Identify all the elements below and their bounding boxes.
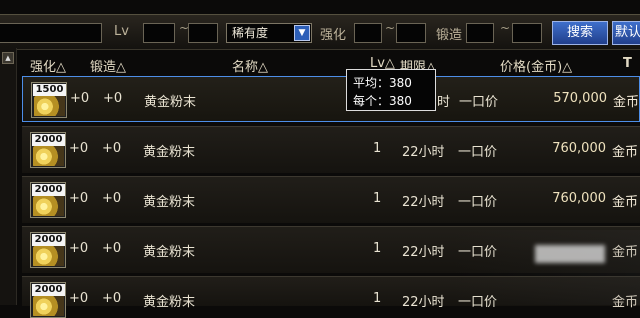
rarity-select[interactable]: 稀有度 ▼ xyxy=(226,23,312,43)
term-value: 22小时 xyxy=(402,195,445,210)
term-value: 22小时 xyxy=(402,245,445,260)
level-value: 1 xyxy=(373,241,382,256)
enhance-max-input[interactable] xyxy=(396,23,426,43)
stack-count: 2000 xyxy=(32,134,65,146)
enhance-value: +0 xyxy=(69,291,89,306)
forge-value: +0 xyxy=(102,291,122,306)
item-name-input[interactable] xyxy=(0,23,102,43)
gold-powder-icon: 2000 xyxy=(30,232,66,268)
currency-unit: 金币 xyxy=(613,95,640,110)
sale-type: 一口价 xyxy=(458,195,498,210)
result-row[interactable]: 2000 +0 +0 黄金粉末 1 22小时 一口价 760,000 金币 xyxy=(22,126,640,173)
price-sort-header[interactable]: 价格(金币)△ xyxy=(500,56,572,75)
forge-min-input[interactable] xyxy=(466,23,494,43)
search-toolbar: Lv ~ 稀有度 ▼ 强化 ~ 锻造 ~ 搜索 默认 xyxy=(0,14,640,50)
sale-type: 一口价 xyxy=(458,145,498,160)
enhance-value: +0 xyxy=(70,91,90,106)
stack-count: 2000 xyxy=(32,184,65,196)
stack-count: 2000 xyxy=(32,234,65,246)
enhance-min-input[interactable] xyxy=(354,23,382,43)
lv-max-input[interactable] xyxy=(188,23,218,43)
forge-label: 锻造 xyxy=(436,28,463,43)
result-row[interactable]: 2000 +0 +0 黄金粉末 1 22小时 一口价 760,000 金币 xyxy=(22,176,640,223)
forge-value: +0 xyxy=(103,91,123,106)
results-scrollbar[interactable]: ▲ xyxy=(0,48,17,305)
lv-label: Lv xyxy=(114,24,129,39)
price-value: 760,000 xyxy=(552,141,606,156)
term-value: 22小时 xyxy=(402,145,445,160)
price-value: 760,000 xyxy=(552,191,606,206)
forge-sort-header[interactable]: 锻造△ xyxy=(90,56,126,75)
level-value: 1 xyxy=(373,141,382,156)
results-header: 强化△ 锻造△ 名称△ Lv△ 期限△ 价格(金币)△ T xyxy=(18,54,640,75)
gold-powder-icon: 2000 xyxy=(30,282,66,318)
average-price-text: 平均：380 xyxy=(353,76,412,90)
gold-powder-icon: 2000 xyxy=(30,182,66,218)
stack-count: 1500 xyxy=(33,84,66,96)
default-button[interactable]: 默认 xyxy=(612,21,640,45)
level-value: 1 xyxy=(373,191,382,206)
name-sort-header[interactable]: 名称△ xyxy=(232,56,268,75)
enhance-value: +0 xyxy=(69,191,89,206)
forge-value: +0 xyxy=(102,191,122,206)
enhance-value: +0 xyxy=(69,241,89,256)
search-button[interactable]: 搜索 xyxy=(552,21,608,45)
gold-powder-icon xyxy=(33,195,64,216)
lv-min-input[interactable] xyxy=(143,23,175,43)
term-value: 22小时 xyxy=(402,295,445,310)
result-row[interactable]: 1500 +0 +0 黄金粉末 时 一口价 570,000 金币 xyxy=(22,76,640,122)
each-price-text: 每个：380 xyxy=(353,94,412,108)
chevron-down-icon[interactable]: ▼ xyxy=(294,25,310,41)
item-name[interactable]: 黄金粉末 xyxy=(143,291,195,310)
item-name[interactable]: 黄金粉末 xyxy=(144,91,196,110)
enhance-label: 强化 xyxy=(320,28,347,43)
item-name[interactable]: 黄金粉末 xyxy=(143,141,195,160)
currency-unit: 金币 xyxy=(612,145,639,160)
gold-powder-icon xyxy=(33,145,64,166)
gold-powder-icon xyxy=(34,95,65,116)
price-value: 570,000 xyxy=(553,91,607,106)
enhance-sort-header[interactable]: 强化△ xyxy=(30,56,66,75)
price-tooltip: 平均：380 每个：380 xyxy=(346,69,436,111)
range-tilde: ~ xyxy=(385,21,396,35)
gold-powder-icon xyxy=(33,245,64,266)
gold-powder-icon: 2000 xyxy=(30,132,66,168)
range-tilde: ~ xyxy=(500,21,511,35)
gold-powder-icon xyxy=(33,295,64,316)
blurred-watermark xyxy=(535,245,605,263)
item-name[interactable]: 黄金粉末 xyxy=(143,241,195,260)
currency-unit: 金币 xyxy=(612,195,639,210)
forge-max-input[interactable] xyxy=(512,23,542,43)
forge-value: +0 xyxy=(102,141,122,156)
forge-value: +0 xyxy=(102,241,122,256)
enhance-value: +0 xyxy=(69,141,89,156)
level-value: 1 xyxy=(373,291,382,306)
blurred-overlay xyxy=(454,230,640,305)
scroll-up-icon[interactable]: ▲ xyxy=(2,52,14,64)
item-name[interactable]: 黄金粉末 xyxy=(143,191,195,210)
stack-count: 2000 xyxy=(32,284,65,296)
term-value: 时 xyxy=(437,95,451,110)
settings-icon[interactable]: T xyxy=(623,56,632,71)
gold-powder-icon: 1500 xyxy=(31,82,67,118)
sale-type: 一口价 xyxy=(459,95,499,110)
